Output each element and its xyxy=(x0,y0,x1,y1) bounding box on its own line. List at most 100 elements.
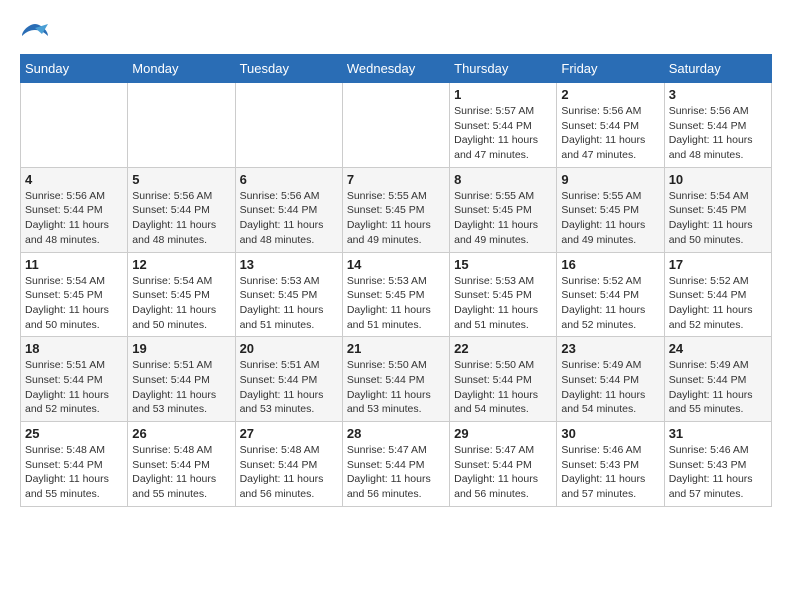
day-number: 18 xyxy=(25,341,123,356)
day-header-sunday: Sunday xyxy=(21,55,128,83)
calendar-week-row: 4 Sunrise: 5:56 AM Sunset: 5:44 PM Daylig… xyxy=(21,167,772,252)
day-number: 15 xyxy=(454,257,552,272)
day-info: Sunrise: 5:55 AM Sunset: 5:45 PM Dayligh… xyxy=(561,189,659,248)
day-number: 31 xyxy=(669,426,767,441)
day-info: Sunrise: 5:51 AM Sunset: 5:44 PM Dayligh… xyxy=(240,358,338,417)
calendar-week-row: 11 Sunrise: 5:54 AM Sunset: 5:45 PM Dayli… xyxy=(21,252,772,337)
table-row: 21Sunrise: 5:50 AM Sunset: 5:44 PM Dayli… xyxy=(342,337,449,422)
day-number: 14 xyxy=(347,257,445,272)
table-row: 22 Sunrise: 5:50 AM Sunset: 5:44 PM Dayli… xyxy=(450,337,557,422)
table-row: 6 Sunrise: 5:56 AM Sunset: 5:44 PM Daylig… xyxy=(235,167,342,252)
day-number: 10 xyxy=(669,172,767,187)
logo-bird-icon xyxy=(20,20,50,44)
calendar-week-row: 1 Sunrise: 5:57 AM Sunset: 5:44 PM Daylig… xyxy=(21,83,772,168)
day-info: Sunrise: 5:48 AM Sunset: 5:44 PM Dayligh… xyxy=(240,443,338,502)
day-info: Sunrise: 5:51 AM Sunset: 5:44 PM Dayligh… xyxy=(25,358,123,417)
day-info: Sunrise: 5:49 AM Sunset: 5:44 PM Dayligh… xyxy=(669,358,767,417)
day-number: 30 xyxy=(561,426,659,441)
table-row: 20 Sunrise: 5:51 AM Sunset: 5:44 PM Dayli… xyxy=(235,337,342,422)
day-info: Sunrise: 5:56 AM Sunset: 5:44 PM Dayligh… xyxy=(561,104,659,163)
day-info: Sunrise: 5:49 AM Sunset: 5:44 PM Dayligh… xyxy=(561,358,659,417)
table-row: 3 Sunrise: 5:56 AM Sunset: 5:44 PM Daylig… xyxy=(664,83,771,168)
calendar-week-row: 25 Sunrise: 5:48 AM Sunset: 5:44 PM Dayli… xyxy=(21,422,772,507)
day-info: Sunrise: 5:51 AM Sunset: 5:44 PM Dayligh… xyxy=(132,358,230,417)
table-row xyxy=(342,83,449,168)
table-row: 26Sunrise: 5:48 AM Sunset: 5:44 PM Dayli… xyxy=(128,422,235,507)
day-number: 4 xyxy=(25,172,123,187)
table-row: 27 Sunrise: 5:48 AM Sunset: 5:44 PM Dayli… xyxy=(235,422,342,507)
table-row: 25 Sunrise: 5:48 AM Sunset: 5:44 PM Dayli… xyxy=(21,422,128,507)
table-row xyxy=(128,83,235,168)
day-number: 7 xyxy=(347,172,445,187)
day-number: 25 xyxy=(25,426,123,441)
table-row: 24 Sunrise: 5:49 AM Sunset: 5:44 PM Dayli… xyxy=(664,337,771,422)
day-info: Sunrise: 5:46 AM Sunset: 5:43 PM Dayligh… xyxy=(561,443,659,502)
day-number: 11 xyxy=(25,257,123,272)
table-row: 1 Sunrise: 5:57 AM Sunset: 5:44 PM Daylig… xyxy=(450,83,557,168)
day-info: Sunrise: 5:56 AM Sunset: 5:44 PM Dayligh… xyxy=(240,189,338,248)
day-number: 22 xyxy=(454,341,552,356)
table-row: 19 Sunrise: 5:51 AM Sunset: 5:44 PM Dayli… xyxy=(128,337,235,422)
day-number: 29 xyxy=(454,426,552,441)
day-info: Sunrise: 5:48 AM Sunset: 5:44 PM Dayligh… xyxy=(25,443,123,502)
table-row: 18 Sunrise: 5:51 AM Sunset: 5:44 PM Dayli… xyxy=(21,337,128,422)
day-number: 13 xyxy=(240,257,338,272)
day-number: 19 xyxy=(132,341,230,356)
day-info: Sunrise: 5:55 AM Sunset: 5:45 PM Dayligh… xyxy=(347,189,445,248)
day-header-saturday: Saturday xyxy=(664,55,771,83)
calendar-table: SundayMondayTuesdayWednesdayThursdayFrid… xyxy=(20,54,772,507)
calendar-week-row: 18 Sunrise: 5:51 AM Sunset: 5:44 PM Dayli… xyxy=(21,337,772,422)
table-row: 10Sunrise: 5:54 AM Sunset: 5:45 PM Dayli… xyxy=(664,167,771,252)
day-info: Sunrise: 5:53 AM Sunset: 5:45 PM Dayligh… xyxy=(347,274,445,333)
day-info: Sunrise: 5:47 AM Sunset: 5:44 PM Dayligh… xyxy=(347,443,445,502)
day-number: 23 xyxy=(561,341,659,356)
table-row: 14 Sunrise: 5:53 AM Sunset: 5:45 PM Dayli… xyxy=(342,252,449,337)
day-number: 24 xyxy=(669,341,767,356)
day-info: Sunrise: 5:53 AM Sunset: 5:45 PM Dayligh… xyxy=(454,274,552,333)
table-row: 2Sunrise: 5:56 AM Sunset: 5:44 PM Daylig… xyxy=(557,83,664,168)
day-number: 9 xyxy=(561,172,659,187)
day-header-wednesday: Wednesday xyxy=(342,55,449,83)
table-row: 30 Sunrise: 5:46 AM Sunset: 5:43 PM Dayli… xyxy=(557,422,664,507)
table-row: 15 Sunrise: 5:53 AM Sunset: 5:45 PM Dayli… xyxy=(450,252,557,337)
table-row: 9 Sunrise: 5:55 AM Sunset: 5:45 PM Daylig… xyxy=(557,167,664,252)
table-row: 23 Sunrise: 5:49 AM Sunset: 5:44 PM Dayli… xyxy=(557,337,664,422)
day-number: 6 xyxy=(240,172,338,187)
table-row: 5 Sunrise: 5:56 AM Sunset: 5:44 PM Daylig… xyxy=(128,167,235,252)
day-info: Sunrise: 5:50 AM Sunset: 5:44 PM Dayligh… xyxy=(454,358,552,417)
day-number: 3 xyxy=(669,87,767,102)
table-row xyxy=(235,83,342,168)
day-header-tuesday: Tuesday xyxy=(235,55,342,83)
table-row: 29Sunrise: 5:47 AM Sunset: 5:44 PM Dayli… xyxy=(450,422,557,507)
day-info: Sunrise: 5:57 AM Sunset: 5:44 PM Dayligh… xyxy=(454,104,552,163)
day-info: Sunrise: 5:55 AM Sunset: 5:45 PM Dayligh… xyxy=(454,189,552,248)
day-header-thursday: Thursday xyxy=(450,55,557,83)
logo xyxy=(20,20,54,44)
table-row: 16Sunrise: 5:52 AM Sunset: 5:44 PM Dayli… xyxy=(557,252,664,337)
day-number: 12 xyxy=(132,257,230,272)
day-number: 1 xyxy=(454,87,552,102)
day-info: Sunrise: 5:56 AM Sunset: 5:44 PM Dayligh… xyxy=(132,189,230,248)
table-row: 28Sunrise: 5:47 AM Sunset: 5:44 PM Dayli… xyxy=(342,422,449,507)
table-row: 17 Sunrise: 5:52 AM Sunset: 5:44 PM Dayli… xyxy=(664,252,771,337)
day-info: Sunrise: 5:54 AM Sunset: 5:45 PM Dayligh… xyxy=(25,274,123,333)
table-row xyxy=(21,83,128,168)
day-number: 5 xyxy=(132,172,230,187)
page-header xyxy=(20,20,772,44)
table-row: 13 Sunrise: 5:53 AM Sunset: 5:45 PM Dayli… xyxy=(235,252,342,337)
day-number: 16 xyxy=(561,257,659,272)
table-row: 4Sunrise: 5:56 AM Sunset: 5:44 PM Daylig… xyxy=(21,167,128,252)
day-info: Sunrise: 5:53 AM Sunset: 5:45 PM Dayligh… xyxy=(240,274,338,333)
day-info: Sunrise: 5:50 AM Sunset: 5:44 PM Dayligh… xyxy=(347,358,445,417)
day-info: Sunrise: 5:54 AM Sunset: 5:45 PM Dayligh… xyxy=(132,274,230,333)
day-number: 20 xyxy=(240,341,338,356)
table-row: 7 Sunrise: 5:55 AM Sunset: 5:45 PM Daylig… xyxy=(342,167,449,252)
day-info: Sunrise: 5:52 AM Sunset: 5:44 PM Dayligh… xyxy=(669,274,767,333)
table-row: 11 Sunrise: 5:54 AM Sunset: 5:45 PM Dayli… xyxy=(21,252,128,337)
day-number: 27 xyxy=(240,426,338,441)
day-number: 17 xyxy=(669,257,767,272)
day-header-monday: Monday xyxy=(128,55,235,83)
day-info: Sunrise: 5:56 AM Sunset: 5:44 PM Dayligh… xyxy=(669,104,767,163)
table-row: 12 Sunrise: 5:54 AM Sunset: 5:45 PM Dayli… xyxy=(128,252,235,337)
table-row: 31Sunrise: 5:46 AM Sunset: 5:43 PM Dayli… xyxy=(664,422,771,507)
